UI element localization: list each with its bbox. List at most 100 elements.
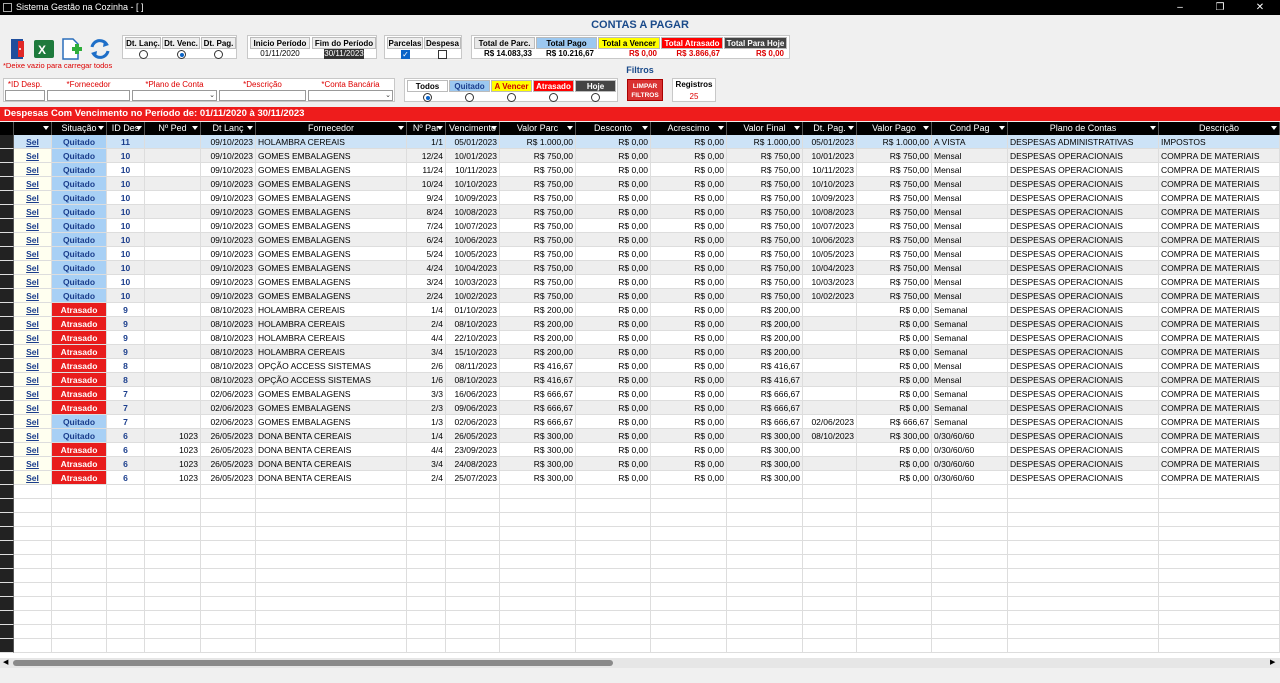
grid-header-col-11[interactable]: Valor Final (727, 122, 803, 135)
select-row-link[interactable]: Sel (26, 193, 39, 203)
date-type-radio-venc[interactable] (177, 50, 186, 59)
select-row-link[interactable]: Sel (26, 277, 39, 287)
select-cell[interactable]: Sel (14, 415, 52, 429)
filter-dropdown-icon[interactable] (642, 126, 648, 130)
row-selector[interactable] (0, 443, 14, 457)
table-row[interactable]: Sel Quitado 10 09/10/2023 GOMES EMBALAGENS 7/… (0, 219, 1280, 233)
filter-dropdown-icon[interactable] (437, 126, 443, 130)
row-selector[interactable] (0, 135, 14, 149)
select-cell[interactable]: Sel (14, 359, 52, 373)
select-row-link[interactable]: Sel (26, 305, 39, 315)
row-selector[interactable] (0, 415, 14, 429)
filter-fornecedor-input[interactable] (47, 90, 130, 101)
select-cell[interactable]: Sel (14, 135, 52, 149)
row-selector[interactable] (0, 499, 14, 513)
filter-dropdown-icon[interactable] (98, 126, 104, 130)
table-row[interactable]: Sel Atrasado 9 08/10/2023 HOLAMBRA CEREAIS 2/… (0, 317, 1280, 331)
table-row[interactable]: Sel Atrasado 6 1023 26/05/2023 DONA BENTA CER… (0, 443, 1280, 457)
row-selector[interactable] (0, 597, 14, 611)
table-row[interactable]: Sel Quitado 10 09/10/2023 GOMES EMBALAGENS 4/… (0, 261, 1280, 275)
row-selector[interactable] (0, 373, 14, 387)
filter-dropdown-icon[interactable] (794, 126, 800, 130)
filter-dropdown-icon[interactable] (1271, 126, 1277, 130)
grid-header-col-13[interactable]: Valor Pago (857, 122, 932, 135)
select-row-link[interactable]: Sel (26, 137, 39, 147)
table-row[interactable] (0, 555, 1280, 569)
select-row-link[interactable]: Sel (26, 319, 39, 329)
table-row[interactable] (0, 499, 1280, 513)
row-selector[interactable] (0, 303, 14, 317)
chevron-down-icon[interactable]: ⌄ (209, 91, 215, 100)
table-row[interactable]: Sel Quitado 10 09/10/2023 GOMES EMBALAGENS 11… (0, 163, 1280, 177)
status-filter-radio-atrasado[interactable] (549, 93, 558, 102)
period-end-input[interactable]: 30/11/2023 (324, 49, 364, 59)
table-row[interactable]: Sel Atrasado 7 02/06/2023 GOMES EMBALAGENS 2/… (0, 401, 1280, 415)
select-row-link[interactable]: Sel (26, 291, 39, 301)
filter-dropdown-icon[interactable] (718, 126, 724, 130)
filter-dropdown-icon[interactable] (192, 126, 198, 130)
select-cell[interactable]: Sel (14, 373, 52, 387)
select-row-link[interactable]: Sel (26, 221, 39, 231)
grid-header-col-5[interactable]: Fornecedor (256, 122, 407, 135)
parcelas-checkbox[interactable]: ✓ (401, 50, 410, 59)
row-selector[interactable] (0, 275, 14, 289)
grid-header-col-9[interactable]: Desconto (576, 122, 651, 135)
select-cell[interactable]: Sel (14, 471, 52, 485)
filter-id-desp-input[interactable] (5, 90, 45, 101)
new-document-icon[interactable] (60, 37, 84, 61)
filter-descricao-input[interactable] (219, 90, 306, 101)
row-selector[interactable] (0, 387, 14, 401)
select-row-link[interactable]: Sel (26, 473, 39, 483)
grid-header-col-16[interactable]: Descrição (1159, 122, 1280, 135)
row-selector[interactable] (0, 219, 14, 233)
table-row[interactable] (0, 625, 1280, 639)
table-row[interactable] (0, 597, 1280, 611)
clear-filters-button[interactable]: LIMPAR FILTROS (627, 79, 663, 101)
select-cell[interactable]: Sel (14, 205, 52, 219)
select-cell[interactable]: Sel (14, 163, 52, 177)
filter-dropdown-icon[interactable] (1150, 126, 1156, 130)
filter-dropdown-icon[interactable] (398, 126, 404, 130)
table-row[interactable]: Sel Atrasado 6 1023 26/05/2023 DONA BENTA CER… (0, 471, 1280, 485)
select-cell[interactable]: Sel (14, 345, 52, 359)
table-row[interactable] (0, 611, 1280, 625)
select-row-link[interactable]: Sel (26, 389, 39, 399)
grid-header-col-1[interactable]: Situação (52, 122, 107, 135)
row-selector[interactable] (0, 289, 14, 303)
exit-door-icon[interactable] (6, 37, 30, 61)
row-selector[interactable] (0, 639, 14, 653)
grid-header-col-12[interactable]: Dt. Pag. (803, 122, 857, 135)
filter-dropdown-icon[interactable] (848, 126, 854, 130)
select-row-link[interactable]: Sel (26, 179, 39, 189)
grid-header-col-15[interactable]: Plano de Contas (1008, 122, 1159, 135)
select-row-link[interactable]: Sel (26, 249, 39, 259)
select-row-link[interactable]: Sel (26, 165, 39, 175)
filter-dropdown-icon[interactable] (999, 126, 1005, 130)
filter-dropdown-icon[interactable] (247, 126, 253, 130)
row-selector[interactable] (0, 233, 14, 247)
period-start-input[interactable]: 01/11/2020 (250, 49, 310, 59)
filter-conta-bancaria-input[interactable]: ⌄ (308, 90, 393, 101)
select-cell[interactable]: Sel (14, 191, 52, 205)
row-selector[interactable] (0, 191, 14, 205)
grid-header-col-4[interactable]: Dt Lanç (201, 122, 256, 135)
select-cell[interactable]: Sel (14, 149, 52, 163)
table-row[interactable]: Sel Quitado 7 02/06/2023 GOMES EMBALAGENS 1/3… (0, 415, 1280, 429)
select-row-link[interactable]: Sel (26, 207, 39, 217)
row-selector[interactable] (0, 359, 14, 373)
table-row[interactable] (0, 639, 1280, 653)
select-row-link[interactable]: Sel (26, 403, 39, 413)
table-row[interactable]: Sel Quitado 10 09/10/2023 GOMES EMBALAGENS 3/… (0, 275, 1280, 289)
select-row-link[interactable]: Sel (26, 417, 39, 427)
table-row[interactable] (0, 513, 1280, 527)
status-filter-radio-a-vencer[interactable] (507, 93, 516, 102)
row-selector[interactable] (0, 401, 14, 415)
status-filter-radio-hoje[interactable] (591, 93, 600, 102)
select-row-link[interactable]: Sel (26, 431, 39, 441)
select-row-link[interactable]: Sel (26, 361, 39, 371)
table-row[interactable]: Sel Atrasado 7 02/06/2023 GOMES EMBALAGENS 3/… (0, 387, 1280, 401)
select-cell[interactable]: Sel (14, 331, 52, 345)
status-filter-radio-todos[interactable] (423, 93, 432, 102)
select-cell[interactable]: Sel (14, 289, 52, 303)
filter-dropdown-icon[interactable] (491, 126, 497, 130)
